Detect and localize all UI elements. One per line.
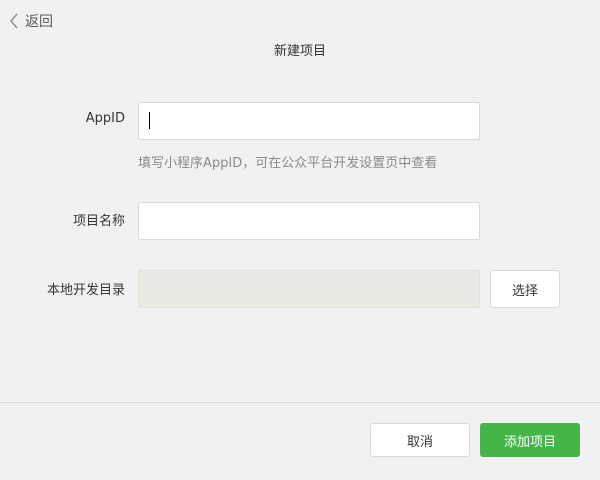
project-name-input[interactable] bbox=[138, 202, 480, 240]
back-button[interactable]: 返回 bbox=[9, 10, 53, 32]
footer-divider bbox=[0, 402, 600, 403]
cancel-button[interactable]: 取消 bbox=[370, 423, 470, 457]
chevron-left-icon bbox=[9, 13, 19, 29]
appid-label: AppID bbox=[85, 111, 125, 126]
add-project-button[interactable]: 添加项目 bbox=[480, 423, 580, 457]
project-name-label: 项目名称 bbox=[72, 214, 125, 229]
appid-hint: 填写小程序AppID，可在公众平台开发设置页中查看 bbox=[138, 156, 438, 171]
local-dir-input bbox=[138, 270, 480, 308]
text-caret bbox=[149, 112, 150, 129]
appid-input[interactable] bbox=[138, 102, 480, 140]
choose-dir-button[interactable]: 选择 bbox=[490, 270, 560, 308]
page-title: 新建项目 bbox=[273, 44, 326, 59]
back-label: 返回 bbox=[25, 14, 53, 30]
local-dir-label: 本地开发目录 bbox=[46, 283, 125, 298]
